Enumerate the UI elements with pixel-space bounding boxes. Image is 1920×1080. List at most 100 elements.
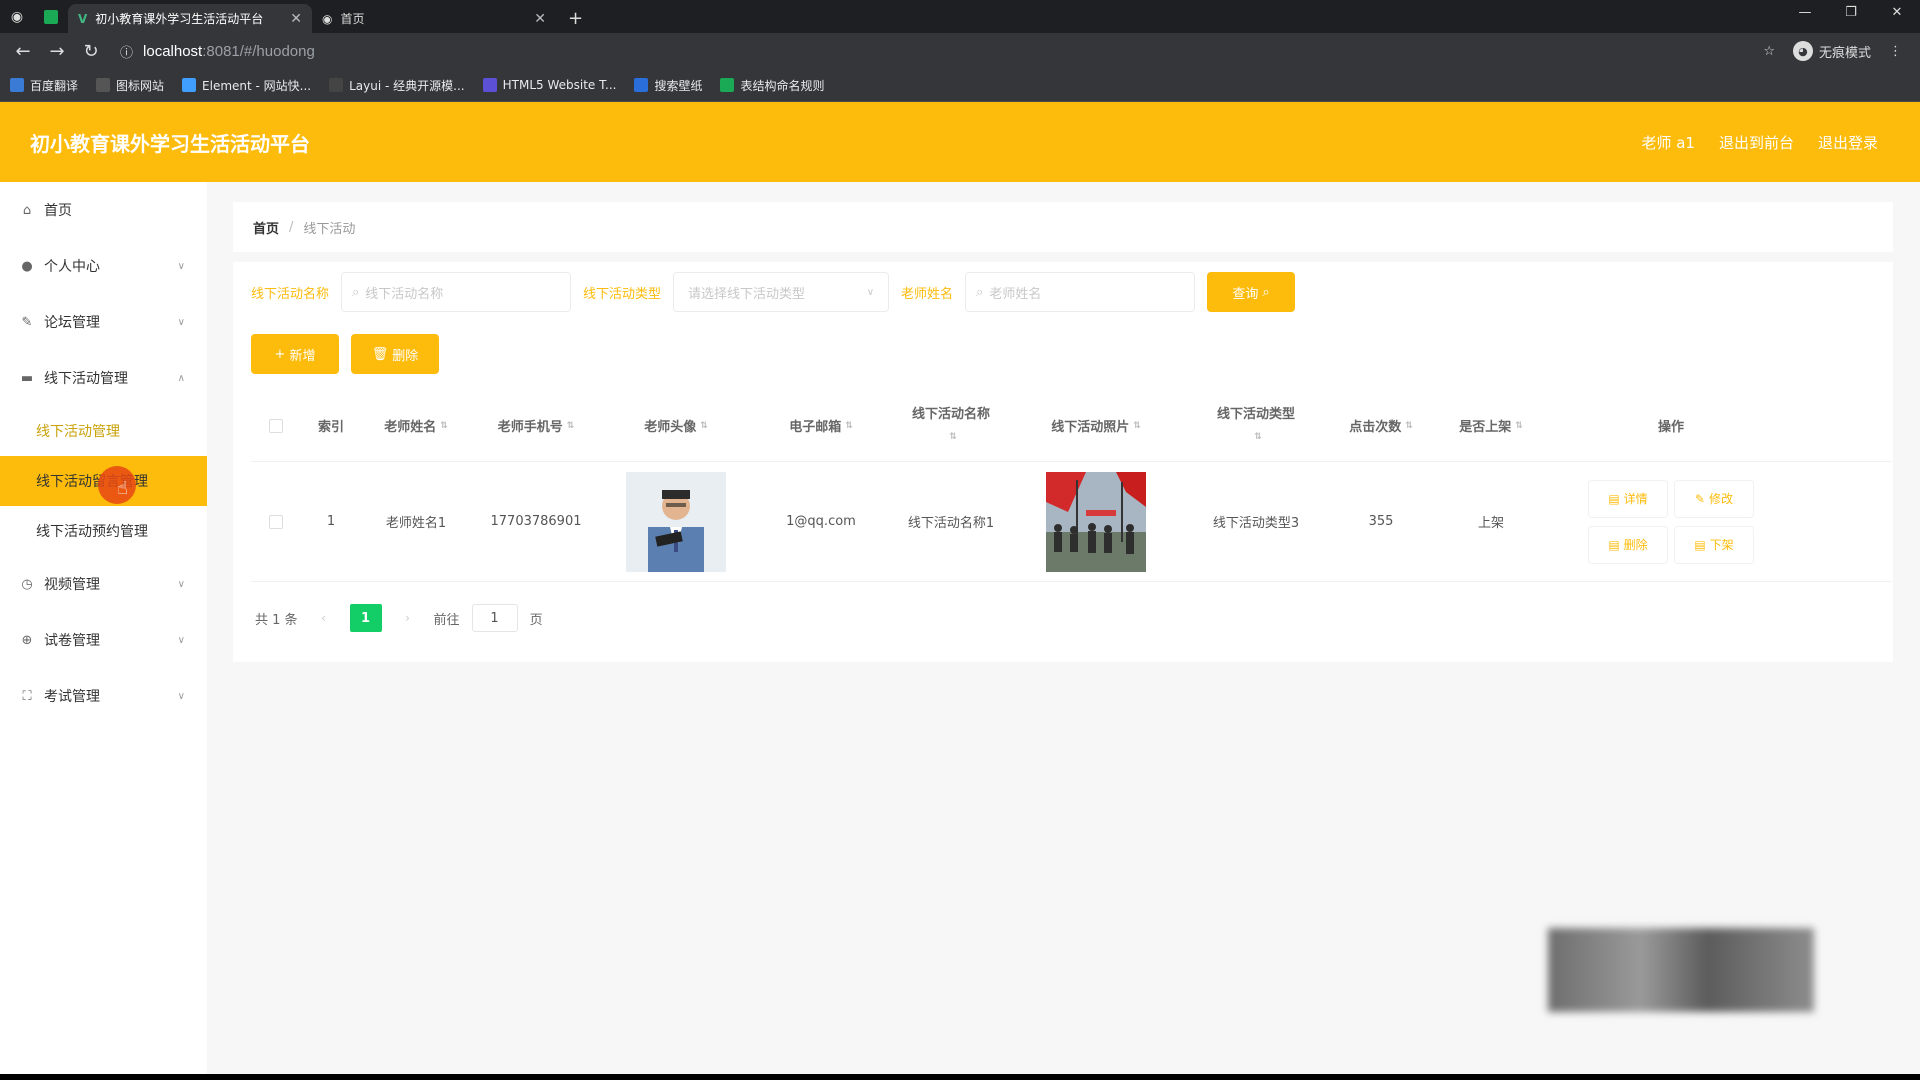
app-header: 初小教育课外学习生活活动平台 老师 a1 退出到前台 退出登录 [0,102,1920,182]
current-user[interactable]: 老师 a1 [1641,132,1695,153]
sidebar-item-forum[interactable]: ✎ 论坛管理 ∨ [0,294,207,350]
sidebar-item-paper[interactable]: ⊕ 试卷管理 ∨ [0,612,207,668]
sidebar-item-label: 试卷管理 [44,633,100,649]
bookmark-item[interactable]: Element - 网站快... [182,77,311,94]
header-clicks[interactable]: 点击次数 ⇅ [1331,416,1431,435]
minimize-icon[interactable]: — [1782,0,1828,26]
tab-favicon-icon[interactable] [34,0,68,33]
goto-page-input[interactable]: 1 [471,604,518,632]
delete-button[interactable]: ▤ 删除 [1588,525,1668,564]
bookmark-item[interactable]: 图标网站 [96,77,164,94]
home-icon: ⌂ [22,202,32,218]
header-activity-type[interactable]: 线下活动类型 ⇅ [1181,404,1331,448]
bookmark-item[interactable]: 搜索壁纸 [634,77,702,94]
content-card: 线下活动名称 ⌕ 线下活动名称 线下活动类型 请选择线下活动类型 ∨ 老师姓名 … [233,262,1893,662]
bookmark-icon [482,78,497,92]
bookmark-label: 图标网站 [116,78,165,93]
chevron-down-icon: ∨ [177,690,185,702]
detail-button[interactable]: ▤ 详情 [1588,479,1668,518]
bookmark-icon [720,78,735,92]
close-window-icon[interactable]: ✕ [1874,0,1920,26]
prev-page-icon[interactable]: ‹ [310,604,338,632]
sidebar-item-home[interactable]: ⌂ 首页 [0,182,207,238]
sort-icon[interactable]: ⇅ [440,421,448,431]
close-icon[interactable]: ✕ [534,11,546,27]
header-activity-photo[interactable]: 线下活动照片 ⇅ [1011,416,1181,435]
cell-teacher-avatar[interactable] [601,471,751,572]
cell-activity-photo[interactable] [1011,471,1181,572]
teacher-name-input[interactable]: ⌕ 老师姓名 [965,272,1196,312]
page-number[interactable]: 1 [349,604,382,632]
sort-icon[interactable]: ⇅ [1405,421,1413,431]
app: 初小教育课外学习生活活动平台 老师 a1 退出到前台 退出登录 ⌂ 首页 ● 个… [0,102,1920,1074]
batch-delete-button[interactable]: 🗑 删除 [351,334,439,374]
close-icon[interactable]: ✕ [290,11,302,27]
select-all-checkbox[interactable] [251,418,301,433]
star-icon[interactable]: ☆ [1763,44,1775,59]
header-teacher-phone[interactable]: 老师手机号 ⇅ [471,416,601,435]
bookmark-item[interactable]: HTML5 Website T... [482,78,616,92]
sidebar-item-video[interactable]: ◷ 视频管理 ∨ [0,556,207,612]
info-icon[interactable]: ⓘ [120,42,133,61]
tab-home[interactable]: ◉ 首页 ✕ [312,4,556,33]
add-button[interactable]: + 新增 [251,334,339,374]
cell-on-shelf: 上架 [1477,516,1504,531]
sort-icon[interactable]: ⇅ [567,421,575,431]
sidebar-subitem-activity-manage[interactable]: 线下活动管理 [0,406,207,456]
sidebar-item-exam[interactable]: ⛶ 考试管理 ∨ [0,668,207,724]
forum-icon: ✎ [21,314,33,330]
next-page-icon[interactable]: › [394,604,422,632]
activity-type-select[interactable]: 请选择线下活动类型 ∨ [673,272,890,312]
more-menu-icon[interactable]: ⋮ [1889,44,1902,59]
forward-icon[interactable]: → [42,36,72,66]
bookmark-item[interactable]: 百度翻译 [10,77,78,94]
header-teacher-name[interactable]: 老师姓名 ⇅ [361,416,471,435]
sort-icon[interactable]: ⇅ [1515,421,1523,431]
url-field[interactable]: ⓘ localhost:8081/#/huodong [110,37,1759,65]
new-tab-icon[interactable]: + [556,4,595,33]
sidebar-item-label: 视频管理 [44,577,100,593]
bookmark-label: Element - 网站快... [202,78,312,93]
sort-icon[interactable]: ⇅ [1254,426,1262,448]
header-email[interactable]: 电子邮箱 ⇅ [751,416,891,435]
user-icon: ● [21,258,33,274]
restore-icon[interactable]: ❐ [1828,0,1874,26]
activity-name-input[interactable]: ⌕ 线下活动名称 [341,272,572,312]
add-button-label: 新增 [289,348,316,364]
sidebar-item-label: 个人中心 [44,259,100,275]
header-activity-name[interactable]: 线下活动名称 ⇅ [891,404,1011,448]
back-icon[interactable]: ← [8,36,38,66]
breadcrumb-home[interactable]: 首页 [253,218,279,237]
activity-photo-image[interactable] [1046,471,1146,572]
sidebar-item-profile[interactable]: ● 个人中心 ∨ [0,238,207,294]
sort-icon[interactable]: ⇅ [700,421,708,431]
teacher-avatar-image[interactable] [626,471,726,572]
sort-icon[interactable]: ⇅ [845,421,853,431]
search-form: 线下活动名称 ⌕ 线下活动名称 线下活动类型 请选择线下活动类型 ∨ 老师姓名 … [251,272,1296,312]
sidebar-subitem-activity-message[interactable]: 线下活动留言管理 ☝ [0,456,207,506]
edit-button[interactable]: ✎ 修改 [1674,479,1754,518]
row-checkbox[interactable] [251,514,301,529]
address-bar: ← → ↻ ⓘ localhost:8081/#/huodong ☆ ◕ 无痕模… [0,33,1920,69]
hand-cursor-icon: ☝ [117,478,128,499]
sort-icon[interactable]: ⇅ [949,426,957,448]
bookmark-item[interactable]: 表结构命名规则 [720,77,824,94]
vue-icon: V [78,11,88,26]
sidebar-item-activity[interactable]: ▬ 线下活动管理 ∧ [0,350,207,406]
delete-button-label: 删除 [392,348,419,364]
sort-icon[interactable]: ⇅ [1133,421,1141,431]
reload-icon[interactable]: ↻ [76,36,106,66]
tab-active[interactable]: V 初小教育课外学习生活活动平台 ✕ [68,4,312,33]
off-shelf-button[interactable]: ▤ 下架 [1674,525,1754,564]
logout-link[interactable]: 退出登录 [1818,132,1878,153]
incognito-indicator[interactable]: ◕ 无痕模式 [1792,41,1871,61]
browser-menu-icon[interactable]: ◉ [0,0,34,33]
sidebar-subitem-activity-booking[interactable]: 线下活动预约管理 [0,506,207,556]
trash-icon: ▤ [1608,537,1620,552]
query-button[interactable]: 查询 ⌕ [1207,272,1296,312]
header-teacher-avatar[interactable]: 老师头像 ⇅ [601,416,751,435]
bookmark-item[interactable]: Layui - 经典开源模... [329,77,465,94]
url-host: localhost [143,42,203,60]
header-on-shelf[interactable]: 是否上架 ⇅ [1431,416,1551,435]
exit-to-front-link[interactable]: 退出到前台 [1719,132,1794,153]
